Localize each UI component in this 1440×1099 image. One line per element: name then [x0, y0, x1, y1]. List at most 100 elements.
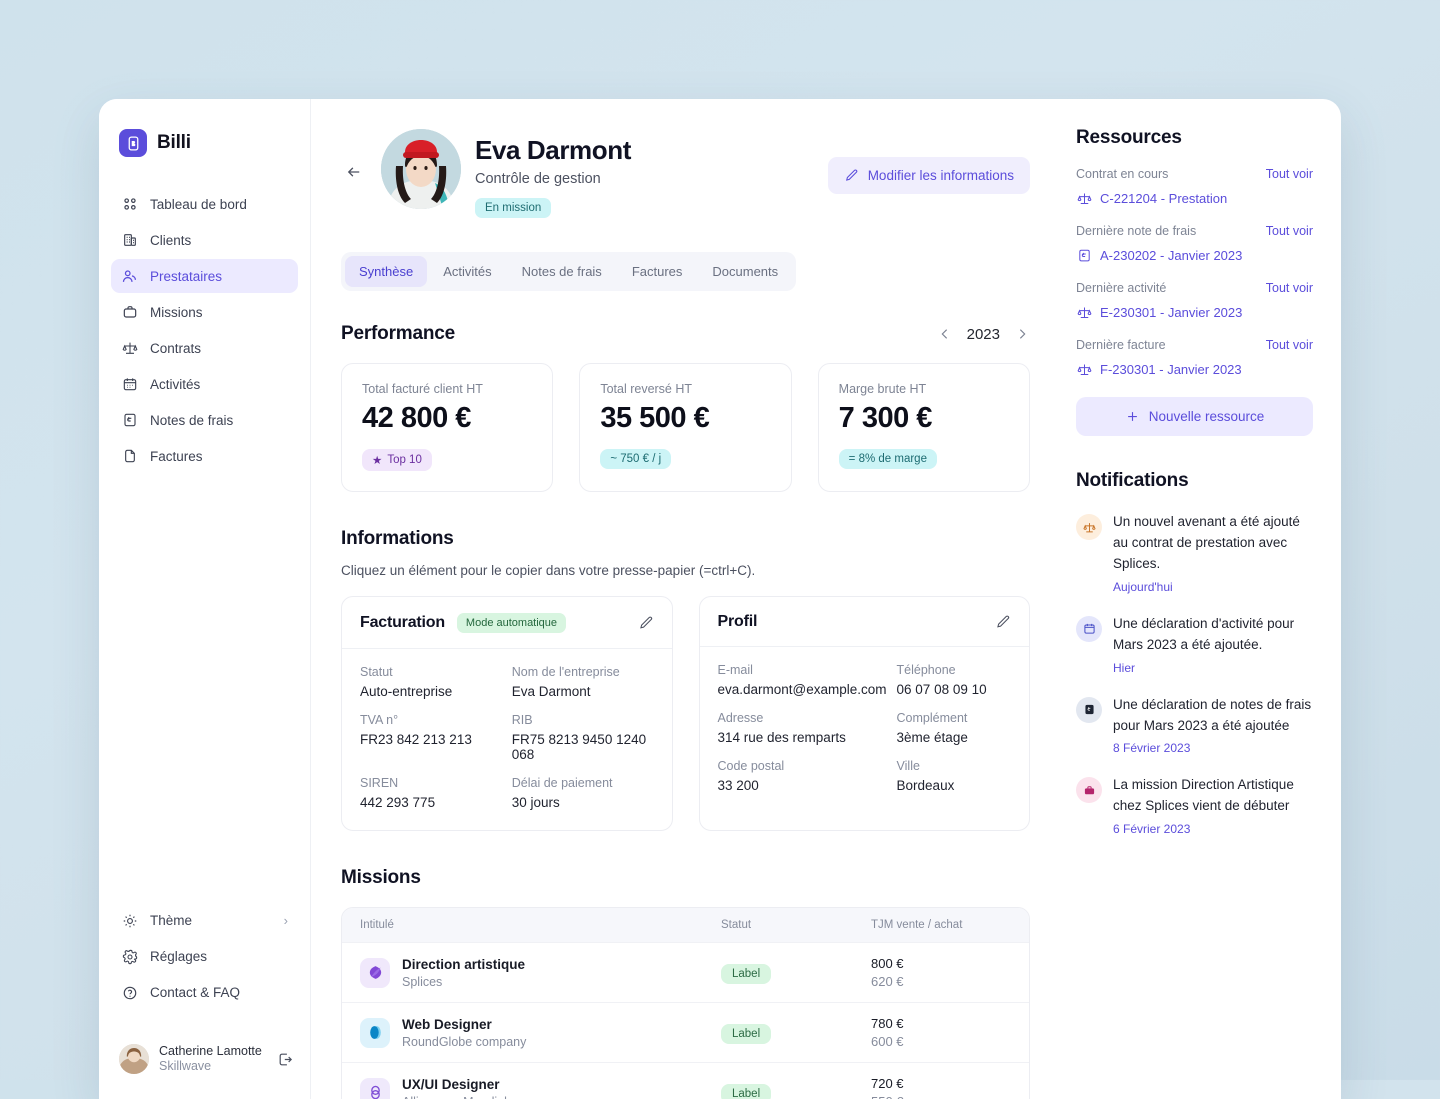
status-badge: Label: [721, 964, 771, 984]
scales-icon: [121, 340, 138, 357]
informations-subtitle: Cliquez un élément pour le copier dans v…: [341, 563, 1030, 578]
edit-informations-button[interactable]: Modifier les informations: [828, 157, 1030, 194]
brand-name: Billi: [157, 132, 191, 154]
field-label: Statut: [360, 665, 502, 679]
new-ressource-button[interactable]: Nouvelle ressource: [1076, 397, 1313, 436]
sidebar-user-org: Skillwave: [159, 1059, 262, 1075]
tab-documents[interactable]: Documents: [698, 256, 792, 287]
sidebar-item-theme[interactable]: Thème ›: [111, 904, 298, 938]
notification-item[interactable]: Une déclaration de notes de frais pour M…: [1076, 695, 1313, 756]
mission-tjm-cell: 780 € 600 €: [871, 1016, 1011, 1049]
notification-time: 8 Février 2023: [1113, 741, 1313, 755]
facturation-card: Facturation Mode automatique Statut Auto…: [341, 596, 673, 831]
field: E-mail eva.darmont@example.com: [718, 663, 887, 697]
field-value[interactable]: Eva Darmont: [512, 684, 654, 699]
metric-badge: ★ Top 10: [362, 449, 432, 471]
metric-label: Total reversé HT: [600, 382, 770, 396]
ressource-item[interactable]: A-230202 - Janvier 2023: [1076, 247, 1313, 263]
see-all-link[interactable]: Tout voir: [1266, 281, 1313, 295]
ressource-item[interactable]: F-230301 - Janvier 2023: [1076, 361, 1313, 377]
field-value[interactable]: Auto-entreprise: [360, 684, 502, 699]
profil-title: Profil: [718, 613, 758, 631]
tab-activites[interactable]: Activités: [429, 256, 505, 287]
tjm-buy: 550 €: [871, 1094, 1011, 1099]
arrow-left-icon[interactable]: [341, 159, 367, 185]
field-value[interactable]: 30 jours: [512, 795, 654, 810]
field-value[interactable]: FR23 842 213 213: [360, 732, 502, 747]
sidebar-item-factures[interactable]: Factures: [111, 439, 298, 473]
sidebar-item-tableau-de-bord[interactable]: Tableau de bord: [111, 187, 298, 221]
ressource-group: Dernière note de frais Tout voir A-23020…: [1076, 224, 1313, 263]
tab-factures[interactable]: Factures: [618, 256, 697, 287]
edit-facturation-button[interactable]: [638, 615, 654, 631]
sidebar-item-notes-de-frais[interactable]: Notes de frais: [111, 403, 298, 437]
field-value[interactable]: 3ème étage: [897, 730, 1011, 745]
mission-client: RoundGlobe company: [402, 1035, 721, 1049]
performance-title: Performance: [341, 323, 455, 345]
person-header-text: Eva Darmont Contrôle de gestion En missi…: [475, 127, 631, 218]
field-value[interactable]: 314 rue des remparts: [718, 730, 887, 745]
ressource-item[interactable]: C-221204 - Prestation: [1076, 190, 1313, 206]
tjm-sale: 780 €: [871, 1016, 1011, 1031]
sidebar-user-name: Catherine Lamotte: [159, 1044, 262, 1060]
chevron-left-icon[interactable]: [937, 326, 953, 342]
mission-status-cell: Label: [721, 1084, 871, 1099]
sidebar-item-label: Missions: [150, 305, 203, 320]
notification-item[interactable]: La mission Direction Artistique chez Spl…: [1076, 775, 1313, 836]
field-value[interactable]: FR75 8213 9450 1240 068: [512, 732, 654, 762]
sidebar-item-clients[interactable]: Clients: [111, 223, 298, 257]
receipt-icon: [1076, 697, 1102, 723]
tab-notes-de-frais[interactable]: Notes de frais: [508, 256, 616, 287]
profil-fields: E-mail eva.darmont@example.com Téléphone…: [700, 647, 1030, 813]
brand[interactable]: Billi: [99, 123, 310, 163]
logout-icon[interactable]: [277, 1051, 294, 1068]
tab-synthese[interactable]: Synthèse: [345, 256, 427, 287]
informations-cards: Facturation Mode automatique Statut Auto…: [341, 596, 1030, 831]
notification-item[interactable]: Un nouvel avenant a été ajouté au contra…: [1076, 512, 1313, 594]
field-value[interactable]: 442 293 775: [360, 795, 502, 810]
sidebar-user[interactable]: Catherine Lamotte Skillwave: [119, 1040, 294, 1075]
field-label: Complément: [897, 711, 1011, 725]
table-row[interactable]: Direction artistique Splices Label 800 €…: [342, 942, 1029, 1002]
ressource-group-header: Dernière note de frais Tout voir: [1076, 224, 1313, 238]
sidebar-item-contrats[interactable]: Contrats: [111, 331, 298, 365]
column-header-statut: Statut: [721, 919, 871, 931]
field-value[interactable]: Bordeaux: [897, 778, 1011, 793]
tab-bar: Synthèse Activités Notes de frais Factur…: [341, 252, 796, 291]
table-row[interactable]: Web Designer RoundGlobe company Label 78…: [342, 1002, 1029, 1062]
rings-logo-icon: [360, 1078, 390, 1099]
sidebar-item-prestataires[interactable]: Prestataires: [111, 259, 298, 293]
field-label: Adresse: [718, 711, 887, 725]
mission-name: UX/UI Designer: [402, 1077, 721, 1092]
ressource-group: Contrat en cours Tout voir C-221204 - Pr…: [1076, 167, 1313, 206]
chevron-right-icon[interactable]: [1014, 326, 1030, 342]
field-label: Ville: [897, 759, 1011, 773]
calendar-icon: [1076, 616, 1102, 642]
person-photo: [381, 129, 461, 209]
field-value[interactable]: 33 200: [718, 778, 887, 793]
metric-value: 7 300 €: [839, 402, 1009, 435]
page-header: Eva Darmont Contrôle de gestion En missi…: [341, 127, 1030, 218]
notification-item[interactable]: Une déclaration d'activité pour Mars 202…: [1076, 614, 1313, 675]
field-value[interactable]: 06 07 08 09 10: [897, 682, 1011, 697]
see-all-link[interactable]: Tout voir: [1266, 167, 1313, 181]
ressource-group-label: Contrat en cours: [1076, 167, 1168, 181]
field-value[interactable]: eva.darmont@example.com: [718, 682, 887, 697]
mission-status-cell: Label: [721, 964, 871, 982]
see-all-link[interactable]: Tout voir: [1266, 224, 1313, 238]
circle-logo-icon: [360, 1018, 390, 1048]
sidebar-item-contact-faq[interactable]: Contact & FAQ: [111, 976, 298, 1010]
ressource-item-label: E-230301 - Janvier 2023: [1100, 305, 1242, 320]
edit-profil-button[interactable]: [995, 614, 1011, 630]
sidebar-item-reglages[interactable]: Réglages: [111, 940, 298, 974]
sidebar-item-activites[interactable]: Activités: [111, 367, 298, 401]
sidebar-item-label: Notes de frais: [150, 413, 233, 428]
sidebar-item-missions[interactable]: Missions: [111, 295, 298, 329]
main-area: Eva Darmont Contrôle de gestion En missi…: [311, 99, 1341, 1099]
content-column: Eva Darmont Contrôle de gestion En missi…: [311, 99, 1058, 1099]
ressource-item[interactable]: E-230301 - Janvier 2023: [1076, 304, 1313, 320]
ressource-group-label: Dernière facture: [1076, 338, 1166, 352]
ressource-group-header: Dernière facture Tout voir: [1076, 338, 1313, 352]
table-row[interactable]: UX/UI Designer Alliances - Mondial group…: [342, 1062, 1029, 1099]
see-all-link[interactable]: Tout voir: [1266, 338, 1313, 352]
